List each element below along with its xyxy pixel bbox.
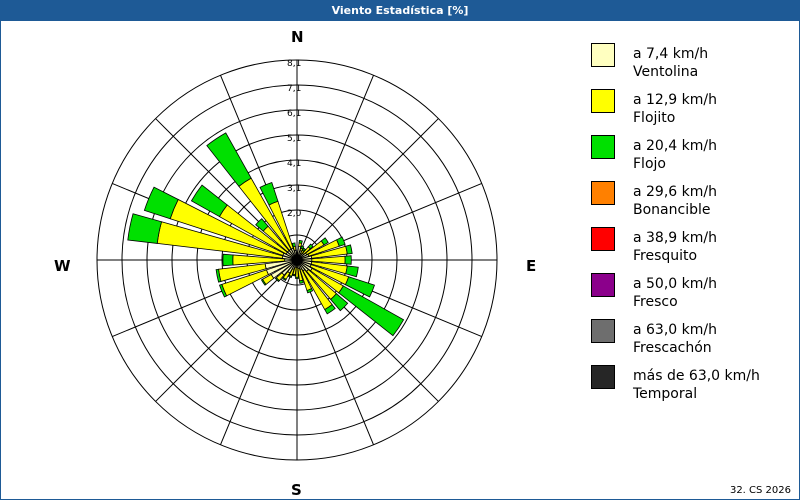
compass-south: S	[291, 481, 302, 499]
legend-range: a 12,9 km/h	[633, 92, 717, 108]
legend-name: Flojo	[633, 156, 666, 172]
legend-swatch	[591, 89, 615, 113]
legend-item: más de 63,0 km/h Temporal	[591, 365, 796, 411]
wind-sector-segment	[344, 255, 352, 265]
wind-sector-segment	[127, 213, 163, 244]
wind-sector-segment	[291, 242, 296, 248]
wind-sector-segment	[222, 253, 234, 267]
legend-range: a 20,4 km/h	[633, 138, 717, 154]
wind-sector-segment	[298, 239, 303, 244]
wind-sector-segment	[295, 276, 299, 279]
wind-rose-chart: 2,0 3,1 4,1 5,1 6,1 7,1 8,1	[96, 59, 498, 461]
wind-sector-segment	[299, 279, 304, 284]
radial-tick-label: 3,1	[287, 184, 301, 194]
legend-range: a 38,9 km/h	[633, 230, 717, 246]
legend-name: Frescachón	[633, 340, 712, 356]
legend-name: Fresco	[633, 294, 678, 310]
legend-item: a 29,6 km/h Bonancible	[591, 181, 796, 227]
wind-sector-segment	[345, 265, 359, 278]
legend-item: a 50,0 km/h Fresco	[591, 273, 796, 319]
legend-item: a 38,9 km/h Fresquito	[591, 227, 796, 273]
legend-item: a 20,4 km/h Flojo	[591, 135, 796, 181]
footer-text: 32. CS 2026	[729, 485, 791, 496]
grid-spoke	[155, 259, 298, 402]
radial-tick-label: 2,0	[287, 209, 302, 219]
grid-spoke	[296, 118, 439, 261]
legend-name: Fresquito	[633, 248, 698, 264]
wind-sector-segment	[345, 244, 353, 255]
legend-name: Flojito	[633, 110, 676, 126]
legend-swatch	[591, 227, 615, 251]
legend-range: a 50,0 km/h	[633, 276, 717, 292]
grid-spoke	[296, 75, 374, 261]
radial-tick-label: 7,1	[287, 84, 301, 94]
legend-name: Temporal	[633, 386, 698, 402]
legend-name: Bonancible	[633, 202, 711, 218]
legend-range: a 63,0 km/h	[633, 322, 717, 338]
compass-north: N	[291, 28, 304, 46]
chart-title: Viento Estadística [%]	[1, 1, 799, 21]
chart-window: Viento Estadística [%] 2,0 3,1 4,1 5,1 6,1 7,…	[0, 0, 800, 500]
legend-item: a 63,0 km/h Frescachón	[591, 319, 796, 365]
legend-name: Ventolina	[633, 64, 699, 80]
legend-swatch	[591, 273, 615, 297]
legend-range: más de 63,0 km/h	[633, 368, 760, 384]
legend-swatch	[591, 365, 615, 389]
legend-item: a 12,9 km/h Flojito	[591, 89, 796, 135]
legend-item: a 7,4 km/h Ventolina	[591, 43, 796, 89]
radial-tick-label: 6,1	[287, 109, 301, 119]
wind-sector-segment	[206, 132, 252, 187]
legend-swatch	[591, 181, 615, 205]
legend: a 7,4 km/h Ventolina a 12,9 km/h Flojito…	[591, 43, 796, 411]
legend-range: a 7,4 km/h	[633, 46, 709, 62]
compass-west: W	[54, 257, 71, 275]
legend-swatch	[591, 135, 615, 159]
wind-sector-segment	[292, 273, 296, 277]
compass-east: E	[526, 257, 537, 275]
radial-tick-label: 5,1	[287, 134, 301, 144]
radial-tick-label: 4,1	[287, 159, 301, 169]
legend-swatch	[591, 319, 615, 343]
legend-range: a 29,6 km/h	[633, 184, 717, 200]
radial-tick-label: 8,1	[287, 59, 301, 69]
legend-swatch	[591, 43, 615, 67]
